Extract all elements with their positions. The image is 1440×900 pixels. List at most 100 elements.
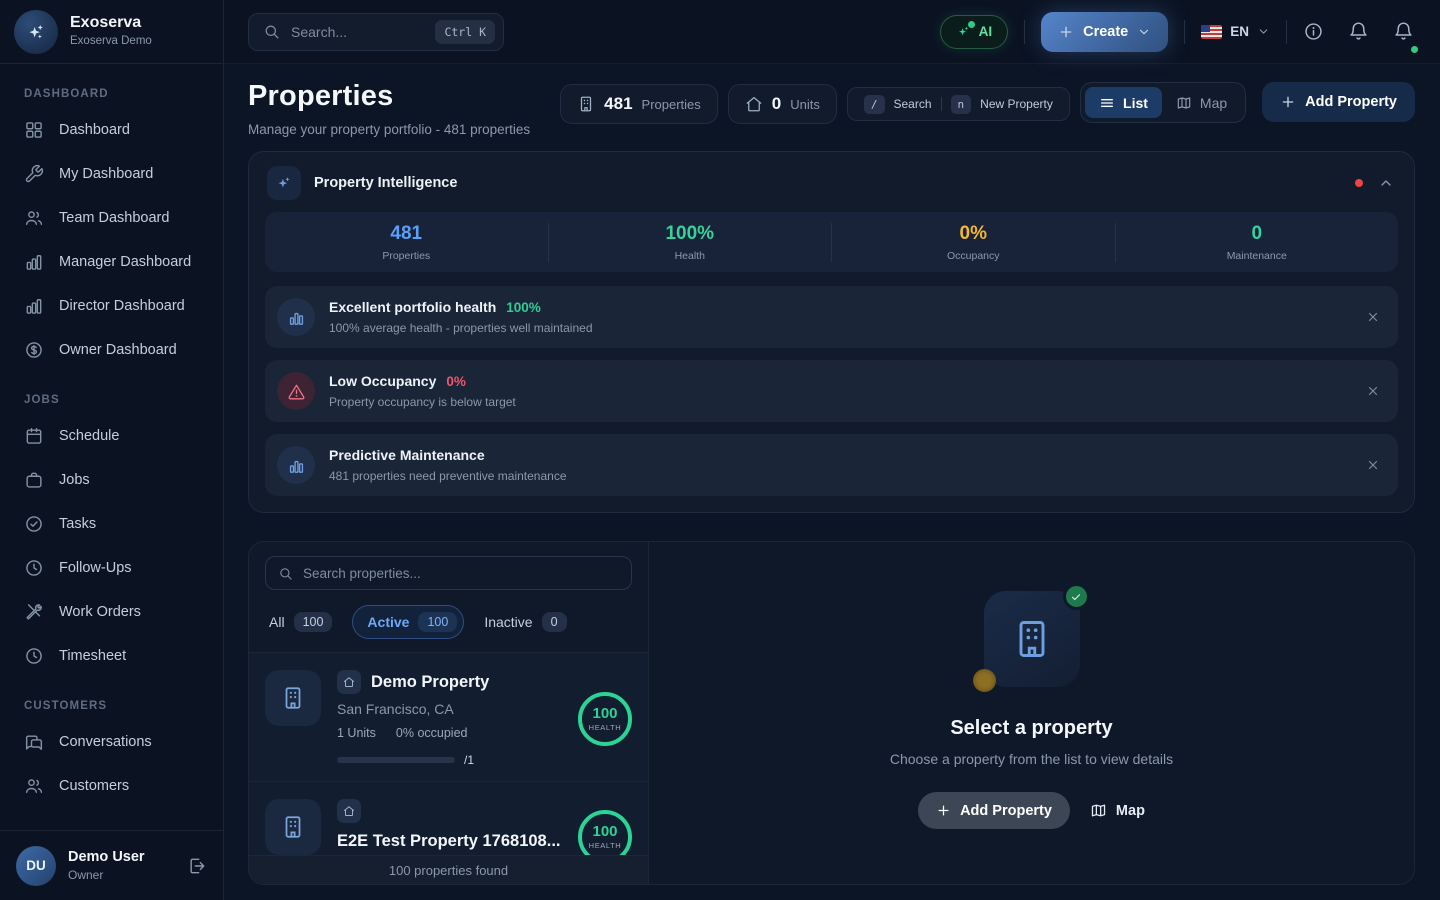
nav-section-dashboard: DASHBOARD <box>0 88 223 100</box>
wrench-icon <box>24 164 44 184</box>
stat-occupancy: 0% Occupancy <box>831 223 1115 262</box>
page-header: Properties Manage your property portfoli… <box>248 80 1415 137</box>
dollar-circle-icon <box>24 340 44 360</box>
search-icon <box>263 23 280 40</box>
page-subtitle: Manage your property portfolio - 481 pro… <box>248 122 530 137</box>
check-badge-icon <box>1063 583 1090 610</box>
empty-state-title: Select a property <box>890 717 1173 740</box>
sidebar-item-timesheet[interactable]: Timesheet <box>0 634 223 678</box>
list-tab-label: List <box>1123 95 1148 111</box>
sidebar-item-owner-dashboard[interactable]: Owner Dashboard <box>0 328 223 372</box>
sidebar-item-dashboard[interactable]: Dashboard <box>0 108 223 152</box>
user-name: Demo User <box>68 849 145 865</box>
info-icon[interactable] <box>1303 21 1324 42</box>
check-circle-icon <box>24 514 44 534</box>
properties-label: Properties <box>642 97 701 112</box>
sidebar-item-my-dashboard[interactable]: My Dashboard <box>0 152 223 196</box>
alert-low-occupancy: Low Occupancy 0% Property occupancy is b… <box>265 360 1398 422</box>
stat-value: 0% <box>832 223 1115 245</box>
add-property-button[interactable]: Add Property <box>918 792 1070 829</box>
sidebar-item-team-dashboard[interactable]: Team Dashboard <box>0 196 223 240</box>
app-window: Exoserva Exoserva Demo DASHBOARD Dashboa… <box>0 0 1440 900</box>
sidebar-item-schedule[interactable]: Schedule <box>0 414 223 458</box>
sidebar-item-customers[interactable]: Customers <box>0 764 223 808</box>
home-icon <box>337 799 361 823</box>
users-icon <box>24 776 44 796</box>
close-icon[interactable] <box>1366 310 1380 324</box>
sidebar-item-work-orders[interactable]: Work Orders <box>0 590 223 634</box>
language-selector[interactable]: EN <box>1201 24 1270 39</box>
list-view-tab[interactable]: List <box>1085 87 1162 118</box>
filter-count-badge: 100 <box>294 612 333 632</box>
us-flag-icon <box>1201 25 1222 39</box>
main-area: Ctrl K AI Create EN <box>224 0 1440 900</box>
sidebar-item-label: Owner Dashboard <box>59 342 177 358</box>
filter-active[interactable]: Active 100 <box>352 605 464 639</box>
sidebar-item-label: Director Dashboard <box>59 298 185 314</box>
property-row[interactable]: E2E Test Property 1768108... San Francis… <box>249 782 648 855</box>
sidebar-item-conversations[interactable]: Conversations <box>0 720 223 764</box>
bell-icon[interactable] <box>1348 21 1369 42</box>
health-score: 100 <box>592 823 617 840</box>
search-input[interactable] <box>291 24 424 40</box>
plus-icon <box>1058 24 1074 40</box>
brand-header[interactable]: Exoserva Exoserva Demo <box>0 0 223 64</box>
filter-count-badge: 0 <box>542 612 567 632</box>
sidebar-item-label: Schedule <box>59 428 119 444</box>
alert-portfolio-health: Excellent portfolio health 100% 100% ave… <box>265 286 1398 348</box>
bell-icon[interactable] <box>1393 21 1414 42</box>
filter-count-badge: 100 <box>418 612 457 632</box>
status-dot <box>1355 179 1363 187</box>
home-icon <box>337 670 361 694</box>
filter-label: Inactive <box>484 614 532 630</box>
plus-icon <box>936 803 951 818</box>
property-intelligence-panel: Property Intelligence 481 Properties 100… <box>248 151 1415 513</box>
keyboard-shortcuts-chip: / Search n New Property <box>847 87 1070 121</box>
sidebar-item-follow-ups[interactable]: Follow-Ups <box>0 546 223 590</box>
sidebar-item-label: Tasks <box>59 516 96 532</box>
add-property-label: Add Property <box>960 803 1052 819</box>
map-view-tab[interactable]: Map <box>1162 87 1241 118</box>
bar-chart-icon <box>277 446 315 484</box>
create-button[interactable]: Create <box>1041 12 1168 52</box>
divider <box>1024 20 1025 44</box>
stat-chips: 481 Properties 0 Units / Search n New Pr… <box>560 84 1070 124</box>
filter-label: Active <box>367 614 409 630</box>
property-name: E2E Test Property 1768108... <box>337 832 560 851</box>
sidebar-item-director-dashboard[interactable]: Director Dashboard <box>0 284 223 328</box>
property-detail-panel: Select a property Choose a property from… <box>649 542 1414 884</box>
filter-inactive[interactable]: Inactive 0 <box>484 612 566 632</box>
sidebar-item-manager-dashboard[interactable]: Manager Dashboard <box>0 240 223 284</box>
sidebar-item-tasks[interactable]: Tasks <box>0 502 223 546</box>
clock-icon <box>24 646 44 666</box>
global-search[interactable]: Ctrl K <box>248 13 504 51</box>
property-row[interactable]: Demo Property San Francisco, CA 1 Units … <box>249 653 648 782</box>
briefcase-icon <box>24 470 44 490</box>
sparkles-icon <box>267 166 301 200</box>
add-property-button[interactable]: Add Property <box>1262 82 1415 122</box>
panel-title: Property Intelligence <box>314 175 457 191</box>
ai-button[interactable]: AI <box>940 15 1009 49</box>
map-button[interactable]: Map <box>1090 802 1145 819</box>
filter-all[interactable]: All 100 <box>269 612 332 632</box>
property-search-input[interactable] <box>303 566 619 581</box>
stat-maintenance: 0 Maintenance <box>1115 223 1399 262</box>
logout-icon[interactable] <box>187 856 207 876</box>
close-icon[interactable] <box>1366 384 1380 398</box>
property-occupancy: 0% occupied <box>396 726 468 740</box>
user-card[interactable]: DU Demo User Owner <box>0 830 223 900</box>
building-icon <box>577 95 595 113</box>
chevron-up-icon[interactable] <box>1378 175 1394 191</box>
search-icon <box>278 566 293 581</box>
stat-label: Properties <box>265 250 548 262</box>
user-role: Owner <box>68 868 145 882</box>
stat-properties: 481 Properties <box>265 223 548 262</box>
intelligence-stats: 481 Properties 100% Health 0% Occupancy … <box>265 212 1398 272</box>
stat-value: 0 <box>1116 223 1399 245</box>
sidebar-item-label: Team Dashboard <box>59 210 169 226</box>
sidebar-item-jobs[interactable]: Jobs <box>0 458 223 502</box>
building-icon <box>984 591 1080 687</box>
brand-name: Exoserva <box>70 15 152 31</box>
close-icon[interactable] <box>1366 458 1380 472</box>
property-search[interactable] <box>265 556 632 590</box>
